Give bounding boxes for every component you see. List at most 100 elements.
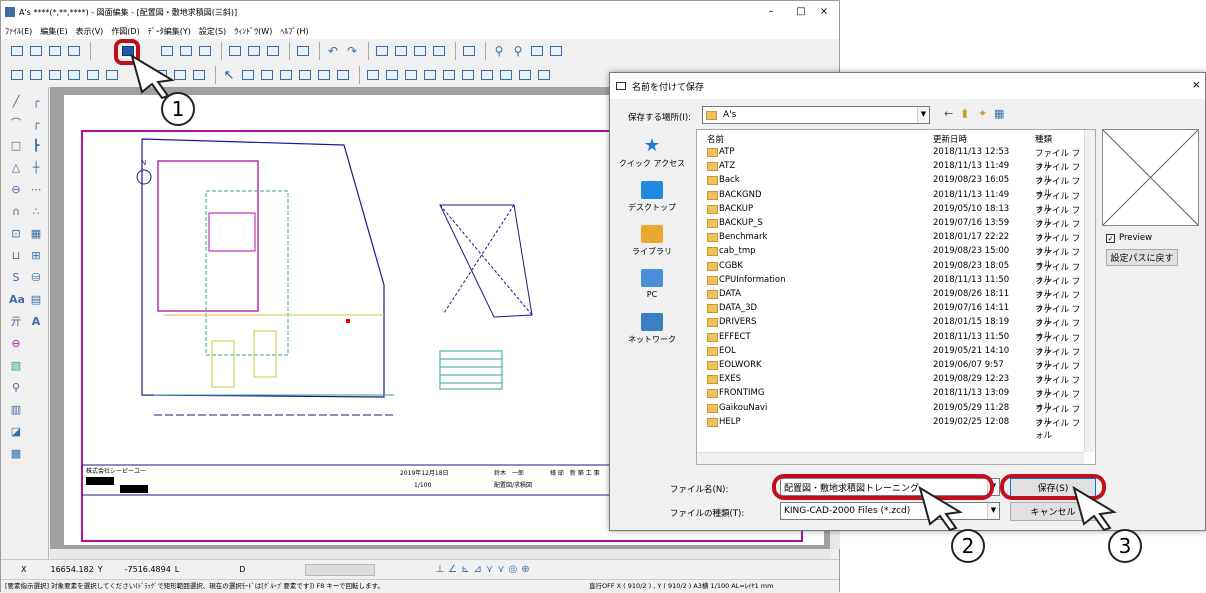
search-tool-icon[interactable]: ⚲	[9, 381, 23, 395]
redraw-icon[interactable]	[85, 67, 101, 83]
arc-tool-icon[interactable]: ∩	[9, 205, 23, 219]
mirror-icon[interactable]	[403, 67, 419, 83]
place-network[interactable]: ネットワーク	[612, 313, 692, 345]
zoom-fit-icon[interactable]	[66, 67, 82, 83]
view-menu-icon[interactable]: ▦	[994, 107, 1004, 120]
file-row[interactable]: EFFECT 2018/11/13 11:50 ファイル フォル	[697, 331, 1085, 356]
open-icon[interactable]	[28, 43, 44, 59]
text-edit-tool-icon[interactable]: A	[29, 315, 43, 329]
layer-tool-icon[interactable]: ◪	[9, 425, 23, 439]
paste-icon[interactable]	[412, 43, 428, 59]
select-layer-icon[interactable]	[278, 67, 294, 83]
file-row[interactable]: CGBK 2019/08/23 18:05 ファイル フォル	[697, 260, 1085, 285]
select-cross-icon[interactable]	[259, 67, 275, 83]
property-icon[interactable]	[548, 43, 564, 59]
cross-tool-icon[interactable]: ┼	[29, 161, 43, 175]
measure-tool-icon[interactable]: 亓	[9, 315, 23, 329]
menu-file[interactable]: ﾌｧｲﾙ(E)	[5, 26, 32, 37]
table-tool-icon[interactable]: ▤	[29, 293, 43, 307]
file-row[interactable]: Back 2019/08/23 16:05 ファイル フォル	[697, 174, 1085, 199]
circle-mark-tool-icon[interactable]: ⊖	[9, 337, 23, 351]
pattern-tool-icon[interactable]: ▧	[9, 359, 23, 373]
file-row[interactable]: DRIVERS 2018/01/15 18:19 ファイル フォル	[697, 316, 1085, 341]
import-icon[interactable]	[197, 43, 213, 59]
print-icon[interactable]	[227, 43, 243, 59]
menu-edit[interactable]: 編集(E)	[40, 26, 67, 37]
up-folder-icon[interactable]: ⮬	[962, 107, 969, 121]
reset-path-button[interactable]: 設定パスに戻す	[1106, 249, 1178, 266]
select-arrow-icon[interactable]: ↖	[221, 67, 237, 83]
menu-window[interactable]: ｳｨﾝﾄﾞｳ(W)	[234, 26, 272, 37]
file-row[interactable]: EOL 2019/05/21 14:10 ファイル フォル	[697, 345, 1085, 370]
list-tool-icon[interactable]: ▥	[9, 403, 23, 417]
zoom-all-icon[interactable]	[47, 67, 63, 83]
file-list-hscroll[interactable]	[697, 452, 1084, 464]
undo-icon[interactable]: ↶	[325, 43, 341, 59]
plot-icon[interactable]	[265, 43, 281, 59]
back-icon[interactable]: ←	[944, 107, 953, 120]
file-row[interactable]: EXES 2019/08/29 12:23 ファイル フォル	[697, 373, 1085, 398]
menu-settings[interactable]: 設定(S)	[199, 26, 226, 37]
extend-icon[interactable]	[498, 67, 514, 83]
frame-tool-icon[interactable]: ⊔	[9, 249, 23, 263]
select-group-icon[interactable]	[297, 67, 313, 83]
file-row[interactable]: BACKGND 2018/11/13 11:49 ファイル フォル	[697, 189, 1085, 214]
menu-draw[interactable]: 作図(D)	[111, 26, 139, 37]
line-tool-icon[interactable]: ╱	[9, 95, 23, 109]
dimension-tool-icon[interactable]: ┣	[29, 139, 43, 153]
coord-input[interactable]	[305, 563, 376, 576]
polyline-tool-icon[interactable]: ┌	[29, 95, 43, 109]
zoom-prev-icon[interactable]	[28, 67, 44, 83]
point-box-tool-icon[interactable]: ⊡	[9, 227, 23, 241]
clipboard-icon[interactable]	[431, 43, 447, 59]
center-line-tool-icon[interactable]: ⋯	[29, 183, 43, 197]
fillet-icon[interactable]	[536, 67, 552, 83]
rotate-icon[interactable]	[422, 67, 438, 83]
column-name[interactable]: 名前	[707, 133, 724, 145]
box-tool-icon[interactable]: ⊞	[29, 249, 43, 263]
file-row[interactable]: ATZ 2018/11/13 11:49 ファイル フォル	[697, 160, 1085, 185]
move-icon[interactable]	[365, 67, 381, 83]
image-tool-icon[interactable]: ▩	[9, 447, 23, 461]
horizontal-scrollbar[interactable]	[50, 549, 830, 559]
point-tool-icon[interactable]: ∴	[29, 205, 43, 219]
redo-icon[interactable]: ↷	[344, 43, 360, 59]
save-in-combo[interactable]: A's ▼	[702, 106, 930, 124]
scale-icon[interactable]	[441, 67, 457, 83]
zoom-out-icon[interactable]: ⚲	[510, 43, 526, 59]
file-list-vscroll[interactable]	[1084, 130, 1095, 452]
symbol-tool-icon[interactable]: ⛁	[29, 271, 43, 285]
new-folder-icon[interactable]: ✦	[978, 107, 987, 120]
column-type[interactable]: 種類	[1035, 133, 1052, 145]
file-row[interactable]: BACKUP 2019/05/10 18:13 ファイル フォル	[697, 203, 1085, 228]
snap-icon[interactable]	[461, 43, 477, 59]
zoom-in-icon[interactable]: ⚲	[491, 43, 507, 59]
column-date[interactable]: 更新日時	[933, 133, 967, 145]
arc-line-tool-icon[interactable]: ⌒	[9, 117, 23, 131]
rectangle-tool-icon[interactable]: □	[9, 139, 23, 153]
minimize-button[interactable]: –	[756, 1, 786, 23]
file-row[interactable]: Benchmark 2018/01/17 22:22 ファイル フォル	[697, 231, 1085, 256]
place-desktop[interactable]: デスクトップ	[612, 181, 692, 213]
file-row[interactable]: GaikouNavi 2019/05/29 11:28 ファイル フォル	[697, 402, 1085, 427]
hatch-tool-icon[interactable]: ▦	[29, 227, 43, 241]
file-row[interactable]: BACKUP_S 2019/07/16 13:59 ファイル フォル	[697, 217, 1085, 242]
file-row[interactable]: cab_tmp 2019/08/23 15:00 ファイル フォル	[697, 245, 1085, 270]
file-row[interactable]: HELP 2019/02/25 12:08 ファイル フォル	[697, 416, 1085, 441]
array-icon[interactable]	[460, 67, 476, 83]
file-row[interactable]: DATA_3D 2019/07/16 14:11 ファイル フォル	[697, 302, 1085, 327]
open-recent-icon[interactable]	[47, 43, 63, 59]
corner-tool-icon[interactable]: ┌	[29, 117, 43, 131]
file-row[interactable]: EOLWORK 2019/06/07 9:57 ファイル フォル	[697, 359, 1085, 384]
file-list[interactable]: 名前 更新日時 種類 ATP 2018/11/13 12:53 ファイル フォル AT…	[696, 129, 1096, 465]
copy-elem-icon[interactable]	[384, 67, 400, 83]
print-setup-icon[interactable]	[246, 43, 262, 59]
select-all-icon[interactable]	[316, 67, 332, 83]
select-none-icon[interactable]	[335, 67, 351, 83]
offset-icon[interactable]	[517, 67, 533, 83]
place-library[interactable]: ライブラリ	[612, 225, 692, 257]
place-quick-access[interactable]: ★ クイック アクセス	[612, 137, 692, 169]
layer-icon[interactable]	[529, 43, 545, 59]
menu-data-edit[interactable]: ﾃﾞｰﾀ編集(Y)	[148, 26, 191, 37]
new-icon[interactable]	[9, 43, 25, 59]
